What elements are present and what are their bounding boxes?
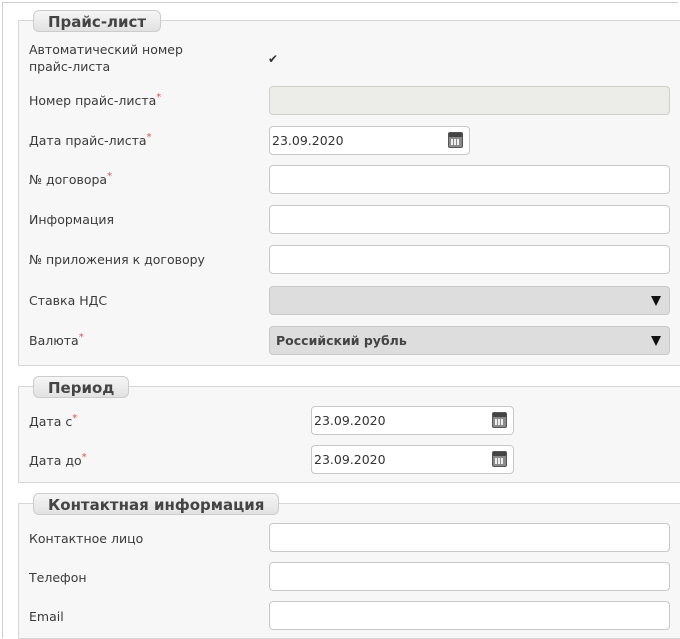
contract-number-input[interactable]: [269, 165, 670, 194]
vat-rate-label: Ставка НДС: [29, 293, 108, 308]
email-input[interactable]: [269, 601, 670, 630]
required-mark: *: [156, 91, 162, 103]
dropdown-arrow-icon: [651, 296, 661, 306]
date-to-label: Дата до*: [29, 451, 87, 468]
price-list-number-input[interactable]: [269, 86, 670, 115]
vat-rate-select[interactable]: [269, 286, 670, 315]
date-from-input[interactable]: 23.09.2020: [311, 406, 514, 435]
phone-label: Телефон: [29, 570, 87, 585]
contact-person-input[interactable]: [269, 523, 670, 552]
currency-select[interactable]: Российский рубль: [269, 326, 670, 355]
email-label: Email: [29, 609, 64, 624]
required-mark: *: [107, 170, 113, 182]
information-label: Информация: [29, 212, 115, 227]
contract-number-label: № договора*: [29, 170, 113, 187]
price-list-date-value: 23.09.2020: [272, 133, 344, 148]
currency-label: Валюта*: [29, 331, 84, 348]
information-input[interactable]: [269, 205, 670, 234]
contact-person-label: Контактное лицо: [29, 531, 144, 546]
required-mark: *: [146, 131, 152, 143]
price-list-date-input[interactable]: 23.09.2020: [269, 126, 470, 155]
date-from-label: Дата с*: [29, 412, 78, 429]
price-list-legend: Прайс-лист: [33, 10, 162, 32]
price-list-section: Прайс-лист Автоматический номер прайс-ли…: [18, 10, 680, 366]
calendar-icon[interactable]: [448, 132, 463, 148]
auto-number-label: Автоматический номер прайс-листа: [29, 42, 183, 74]
price-list-number-label: Номер прайс-листа*: [29, 91, 162, 108]
required-mark: *: [72, 412, 78, 424]
period-legend: Период: [33, 376, 130, 398]
currency-value: Российский рубль: [276, 333, 407, 348]
period-section: Период Дата с* 23.09.2020 Дата до* 23.09…: [18, 376, 680, 483]
required-mark: *: [78, 331, 84, 343]
date-from-value: 23.09.2020: [314, 413, 386, 428]
appendix-number-input[interactable]: [269, 245, 670, 274]
calendar-icon[interactable]: [492, 412, 507, 428]
date-to-input[interactable]: 23.09.2020: [311, 445, 514, 474]
price-list-date-label: Дата прайс-листа*: [29, 131, 152, 148]
date-to-value: 23.09.2020: [314, 452, 386, 467]
dropdown-arrow-icon: [651, 336, 661, 346]
phone-input[interactable]: [269, 562, 670, 591]
appendix-number-label: № приложения к договору: [29, 252, 205, 267]
contact-section: Контактная информация Контактное лицо Те…: [18, 493, 680, 639]
calendar-icon[interactable]: [492, 451, 507, 467]
auto-number-checkbox[interactable]: ✔: [266, 52, 280, 66]
contact-legend: Контактная информация: [33, 493, 280, 515]
required-mark: *: [81, 451, 87, 463]
